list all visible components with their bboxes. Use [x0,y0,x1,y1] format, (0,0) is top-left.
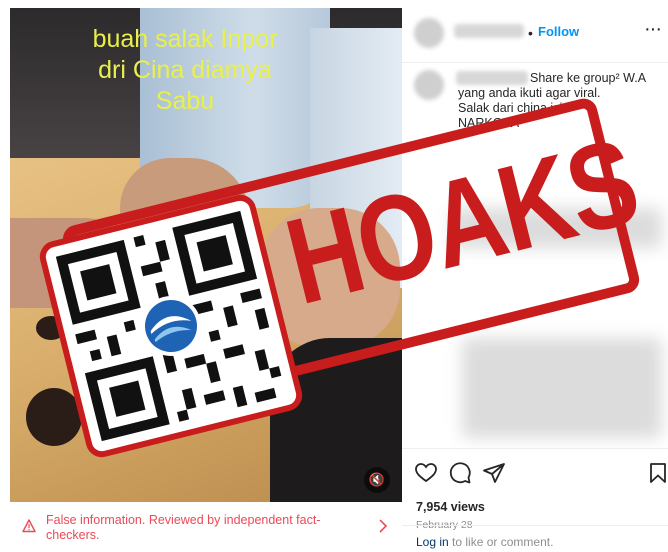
bookmark-icon[interactable] [646,461,668,485]
share-icon[interactable] [482,461,506,485]
login-prompt: Log in to like or comment. [402,525,668,552]
heart-icon[interactable] [414,461,438,485]
redacted-content [462,338,662,438]
comment-line: NARKOBA [458,116,520,130]
comment-text: Share ke group² W.A yang anda ikuti agar… [458,71,658,131]
chevron-right-icon [379,519,388,533]
warning-icon [22,519,36,533]
author-avatar[interactable] [414,18,444,48]
comment-avatar[interactable] [414,70,444,100]
qr-pattern [55,210,282,442]
fact-check-text: False information. Reviewed by independe… [46,513,321,542]
comment-line: Share ke group² W.A [458,71,658,86]
post-panel: • Follow ··· Share ke group² W.A yang an… [402,8,668,551]
comment-line: yang anda ikuti agar viral. [458,86,601,100]
login-rest: to like or comment. [448,535,554,549]
redacted-content [452,208,662,248]
caption-line: buah salak Inpor [92,25,278,53]
author-name-redacted[interactable] [454,24,524,38]
speaker-muted-icon[interactable]: 🔇 [364,467,390,493]
more-options-icon[interactable]: ··· [644,18,662,41]
separator-dot: • [528,25,533,41]
view-count[interactable]: 7,954 views [416,500,485,514]
comment-line: Salak dari china isin [458,101,570,115]
post-header: • Follow ··· [402,8,668,63]
comment-line-text: Share ke group² W.A [530,71,647,85]
media-caption: buah salak Inpor dri Cina diamya Sabu [50,24,320,117]
login-text: Log in to like or comment. [416,535,553,549]
login-link[interactable]: Log in [416,535,449,549]
follow-button[interactable]: Follow [538,24,579,39]
comment-icon[interactable] [448,461,472,485]
caption-line: dri Cina diamya [98,56,272,84]
caption-line: Sabu [155,87,215,115]
fact-check-bar[interactable]: False information. Reviewed by independe… [10,502,402,551]
